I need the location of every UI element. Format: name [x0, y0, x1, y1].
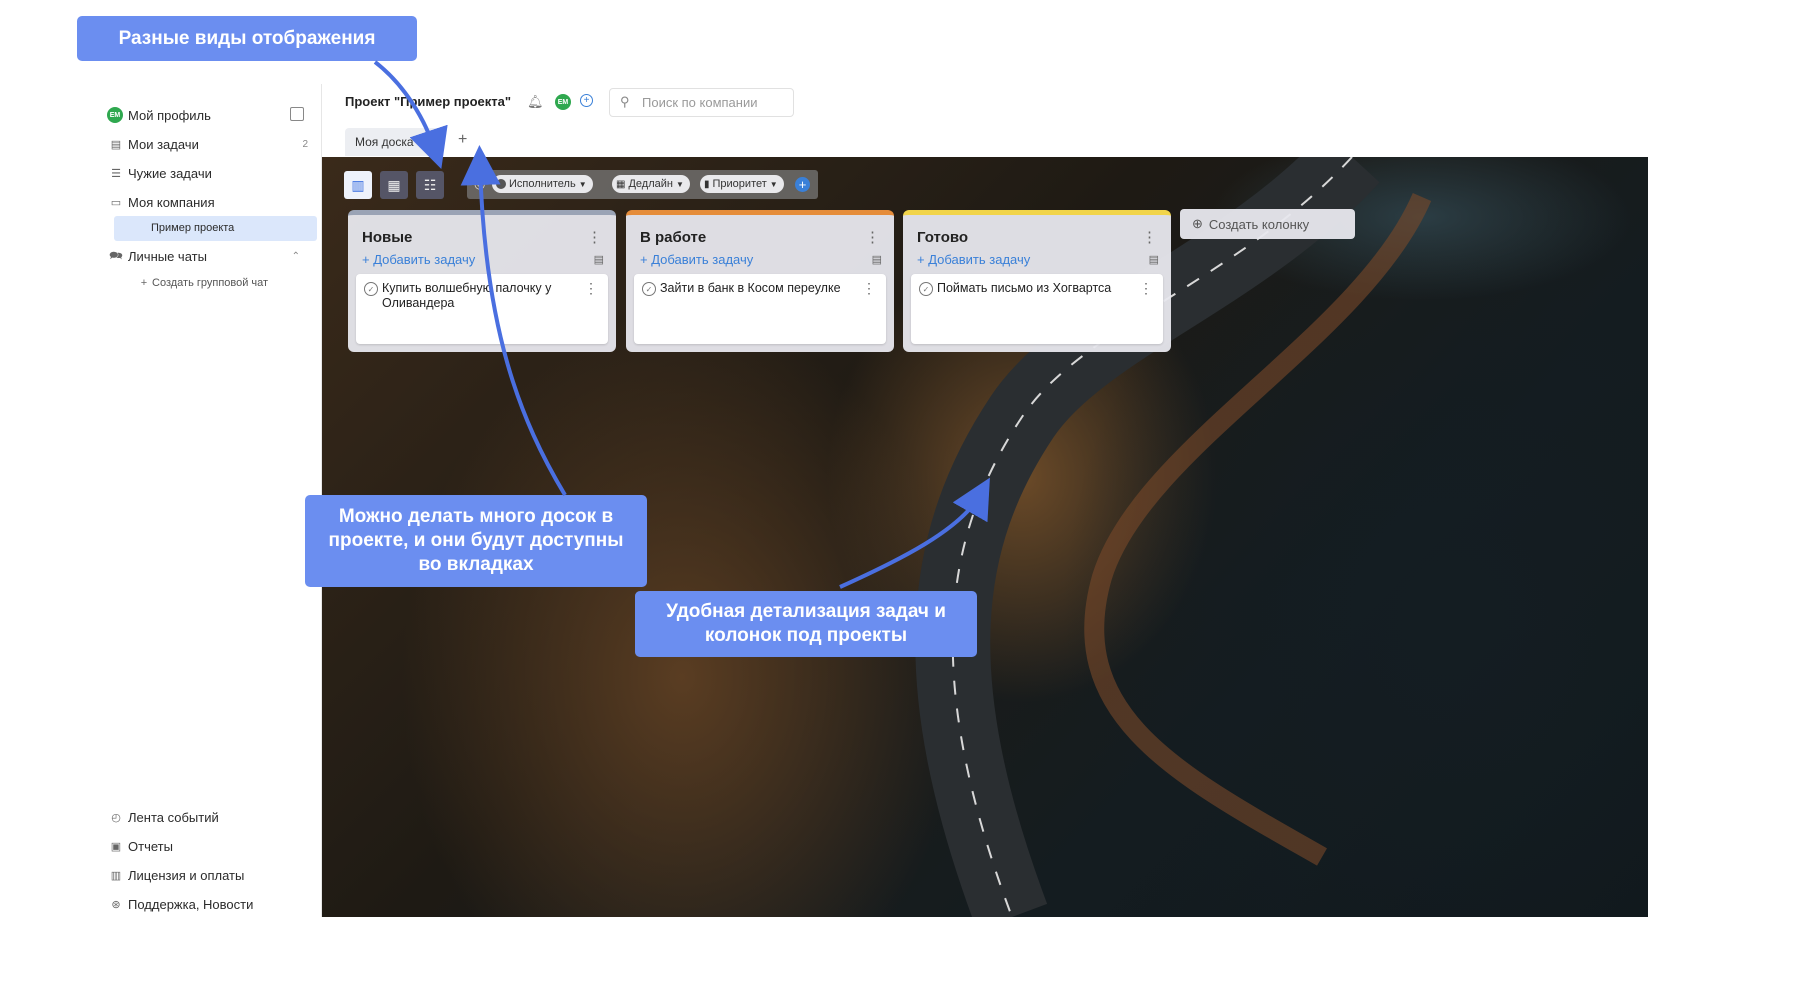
search-icon: ⚲ — [620, 94, 630, 109]
bell-icon[interactable]: 🔔︎ — [527, 94, 544, 110]
chip-label: Приоритет — [712, 178, 767, 190]
check-icon[interactable]: ✓ — [642, 282, 656, 296]
collapse-sidebar-icon[interactable] — [290, 107, 304, 121]
sidebar-item-license[interactable]: ▥ Лицензия и оплаты — [111, 864, 245, 886]
sidebar-item-support[interactable]: ⊛ Поддержка, Новости — [111, 893, 254, 915]
add-filter-button[interactable]: + — [795, 177, 810, 192]
chevron-up-icon[interactable]: ⌃ — [292, 251, 300, 262]
plus-icon: + — [140, 277, 148, 289]
more-icon[interactable]: ⋮ — [587, 228, 602, 246]
column-settings-icon[interactable]: ▤ — [594, 253, 604, 266]
callout-detail: Удобная детализация задач и колонок под … — [635, 591, 977, 657]
sidebar-item-label: Лицензия и оплаты — [128, 867, 245, 883]
column-settings-icon[interactable]: ▤ — [1149, 253, 1159, 266]
sidebar-item-label: Личные чаты — [128, 248, 207, 264]
tab-label: Моя доска — [355, 135, 414, 149]
task-card[interactable]: ✓ Поймать письмо из Хогвартса ⋮ — [911, 274, 1163, 344]
reports-icon: ▣ — [110, 840, 122, 853]
more-icon[interactable]: ⋮ — [1139, 280, 1153, 297]
task-card[interactable]: ✓ Зайти в банк в Косом переулке ⋮ — [634, 274, 886, 344]
assignee-filter[interactable]: Исполнитель ▼ — [492, 175, 593, 193]
sidebar-item-others-tasks[interactable]: ☰ Чужие задачи — [111, 162, 212, 184]
sidebar-item-personal-chats[interactable]: 🗪 Личные чаты ⌃ — [109, 245, 300, 267]
more-icon[interactable]: ⋮ — [865, 228, 880, 246]
search-input[interactable] — [640, 94, 794, 111]
create-column-button[interactable]: ⊕ Создать колонку — [1180, 209, 1355, 239]
filter-bar: ◎ Исполнитель ▼ ▦ Дедлайн ▼ ▮ Приоритет … — [467, 170, 818, 199]
task-title: Зайти в банк в Косом переулке — [660, 281, 841, 295]
board-view-button[interactable]: ▥ — [344, 171, 372, 199]
sidebar-item-label: Создать групповой чат — [152, 277, 269, 289]
check-icon[interactable]: ✓ — [919, 282, 933, 296]
sidebar-item-label: Поддержка, Новости — [128, 896, 254, 912]
callout-boards: Можно делать много досок в проекте, и он… — [305, 495, 647, 587]
sidebar-item-label: Пример проекта — [151, 222, 235, 234]
header-avatar[interactable]: ЕМ — [555, 94, 571, 110]
column-in-progress: В работе ⋮ + Добавить задачу ▤ ✓ Зайти в… — [626, 210, 894, 352]
sidebar-item-label: Отчеты — [128, 838, 173, 854]
sidebar-item-project-active[interactable]: Пример проекта — [114, 216, 317, 241]
sidebar-item-my-tasks[interactable]: ▤ Мои задачи 2 — [111, 133, 308, 155]
priority-icon: ▮ — [704, 178, 710, 190]
add-task-button[interactable]: + Добавить задачу — [362, 252, 475, 267]
column-title: Готово — [917, 229, 969, 246]
more-icon[interactable]: ⋮ — [584, 280, 598, 297]
user-icon — [496, 179, 506, 189]
task-icon: ▤ — [110, 138, 122, 151]
deadline-filter[interactable]: ▦ Дедлайн ▼ — [612, 175, 690, 193]
sidebar-profile[interactable]: ЕМ Мой профиль — [107, 104, 211, 126]
feed-icon: ◴ — [111, 811, 121, 824]
plus-circle-icon: ⊕ — [1192, 216, 1203, 231]
sidebar-item-label: Лента событий — [128, 809, 219, 825]
kanban-icon: ▥ — [351, 176, 365, 193]
column-new: Новые ⋮ + Добавить задачу ▤ ✓ Купить вол… — [348, 210, 616, 352]
sidebar-create-group-chat[interactable]: + Создать групповой чат — [141, 272, 269, 294]
sidebar-item-event-feed[interactable]: ◴ Лента событий — [111, 806, 219, 828]
task-count: 2 — [302, 138, 308, 150]
priority-filter[interactable]: ▮ Приоритет ▼ — [700, 175, 784, 193]
add-member-icon[interactable]: + — [580, 94, 593, 107]
column-settings-icon[interactable]: ▤ — [872, 253, 882, 266]
gantt-view-button[interactable]: ☷ — [416, 171, 444, 199]
sidebar-item-label: Мои задачи — [128, 136, 199, 152]
chip-label: Дедлайн — [628, 178, 673, 190]
license-icon: ▥ — [110, 869, 122, 882]
search-box[interactable]: ⚲ — [609, 88, 794, 117]
gantt-icon: ☷ — [423, 176, 437, 193]
add-task-button[interactable]: + Добавить задачу — [917, 252, 1030, 267]
calendar-icon: ▦ — [387, 176, 401, 193]
tab-my-board[interactable]: Моя доска — [345, 128, 440, 156]
chat-icon: 🗪 — [109, 249, 123, 262]
task-title: Поймать письмо из Хогвартса — [937, 281, 1112, 295]
calendar-view-button[interactable]: ▦ — [380, 171, 408, 199]
profile-label: Мой профиль — [128, 107, 211, 123]
more-icon[interactable]: ⋮ — [1142, 228, 1157, 246]
column-title: В работе — [640, 229, 707, 246]
calendar-icon: ▦ — [616, 178, 626, 190]
sidebar-item-label: Моя компания — [128, 194, 215, 210]
chip-label: Исполнитель — [509, 178, 576, 190]
column-title: Новые — [362, 229, 413, 246]
add-task-button[interactable]: + Добавить задачу — [640, 252, 753, 267]
briefcase-icon: ▭ — [110, 196, 122, 209]
sidebar-item-reports[interactable]: ▣ Отчеты — [111, 835, 173, 857]
sidebar-item-my-company[interactable]: ▭ Моя компания — [111, 191, 215, 213]
project-title: Проект "Пример проекта" — [345, 94, 512, 109]
create-column-label: Создать колонку — [1208, 216, 1310, 232]
support-icon: ⊛ — [111, 898, 121, 911]
more-icon[interactable]: ⋮ — [862, 280, 876, 297]
add-tab-button[interactable]: + — [458, 131, 467, 149]
list-icon: ☰ — [111, 167, 121, 180]
task-title: Купить волшебную палочку у Оливандера — [382, 281, 552, 310]
chevron-down-icon: ▼ — [769, 179, 778, 189]
task-card[interactable]: ✓ Купить волшебную палочку у Оливандера … — [356, 274, 608, 344]
chevron-down-icon: ▼ — [675, 179, 684, 189]
filter-icon[interactable]: ◎ — [474, 176, 485, 192]
column-done: Готово ⋮ + Добавить задачу ▤ ✓ Поймать п… — [903, 210, 1171, 352]
callout-views: Разные виды отображения — [77, 16, 417, 61]
check-icon[interactable]: ✓ — [364, 282, 378, 296]
chevron-down-icon: ▼ — [578, 179, 587, 189]
profile-avatar: ЕМ — [107, 107, 123, 123]
sidebar-item-label: Чужие задачи — [128, 165, 212, 181]
